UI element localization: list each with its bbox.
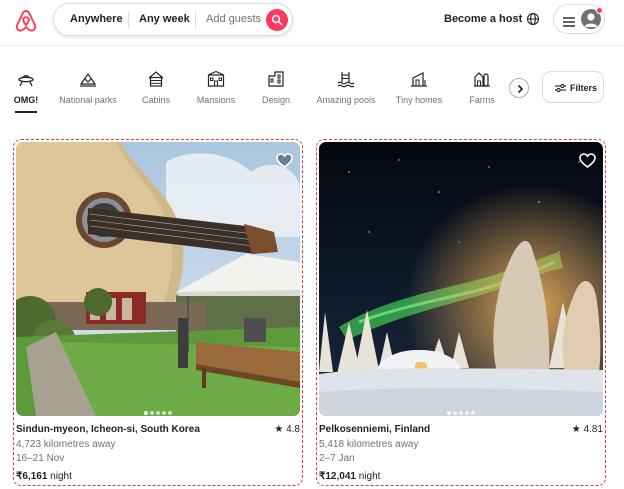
search-icon bbox=[271, 14, 283, 26]
category-mansions[interactable]: Mansions bbox=[194, 70, 238, 112]
listing-price: ₹12,041 night bbox=[319, 471, 380, 482]
listing-dates: 16–21 Nov bbox=[16, 453, 65, 464]
globe-icon[interactable] bbox=[526, 12, 540, 26]
listing-rating: ★ 4.81 bbox=[572, 424, 603, 435]
listing-title: Sindun-myeon, Icheon-si, South Korea bbox=[16, 424, 200, 435]
category-cabins[interactable]: Cabins bbox=[138, 70, 174, 112]
price-unit: night bbox=[47, 471, 72, 482]
photo-carousel-dots bbox=[319, 402, 603, 416]
cabin-icon bbox=[148, 71, 164, 87]
listing-distance: 5,418 kilometres away bbox=[319, 439, 419, 450]
farm-icon bbox=[474, 72, 490, 87]
star-icon: ★ bbox=[571, 424, 581, 435]
category-label: Design bbox=[261, 95, 290, 105]
top-header: Anywhere Any week Add guests Become a ho… bbox=[0, 0, 624, 46]
listing-card[interactable]: Pelkosenniemi, Finland ★ 4.81 5,418 kilo… bbox=[316, 139, 606, 486]
category-label: Cabins bbox=[141, 95, 170, 105]
category-amazing-pools[interactable]: Amazing pools bbox=[316, 70, 376, 112]
rating-value: 4.8 bbox=[286, 424, 300, 435]
airbnb-logo-icon[interactable] bbox=[14, 8, 38, 34]
category-label: Farms bbox=[469, 95, 495, 105]
star-icon: ★ bbox=[274, 424, 284, 435]
listing-distance: 4,723 kilometres away bbox=[16, 439, 116, 450]
price-unit: night bbox=[355, 471, 381, 482]
tiny-home-icon bbox=[411, 72, 427, 87]
sliders-icon bbox=[555, 83, 566, 93]
category-label: National parks bbox=[59, 95, 117, 105]
category-national-parks[interactable]: National parks bbox=[58, 70, 118, 112]
national-park-icon bbox=[79, 72, 97, 87]
listing-photo[interactable] bbox=[319, 142, 603, 416]
become-a-host-link[interactable]: Become a host bbox=[444, 13, 522, 25]
price-amount: ₹12,041 bbox=[319, 471, 356, 482]
listing-title: Pelkosenniemi, Finland bbox=[319, 424, 431, 435]
listing-dates: 2–7 Jan bbox=[319, 453, 355, 464]
pool-icon bbox=[337, 72, 355, 88]
search-button[interactable] bbox=[266, 9, 288, 31]
chevron-right-icon bbox=[517, 84, 524, 94]
category-label: Tiny homes bbox=[395, 95, 443, 105]
ufo-icon bbox=[18, 75, 34, 87]
active-category-indicator bbox=[15, 111, 37, 113]
favourite-heart-icon[interactable] bbox=[579, 153, 596, 169]
design-icon bbox=[268, 71, 284, 87]
rating-value: 4.81 bbox=[583, 424, 603, 435]
listing-photo[interactable] bbox=[16, 142, 300, 416]
filters-button[interactable]: Filters bbox=[542, 71, 604, 103]
category-scroll-next-button[interactable] bbox=[509, 78, 529, 98]
igloo-aurora-photo bbox=[319, 142, 603, 416]
guitar-house-photo bbox=[16, 142, 300, 416]
category-design[interactable]: Design bbox=[258, 70, 294, 112]
search-divider bbox=[128, 12, 129, 28]
notification-dot bbox=[596, 7, 603, 14]
search-add-guests[interactable]: Add guests bbox=[206, 13, 261, 25]
hamburger-icon bbox=[563, 14, 575, 27]
favourite-heart-icon[interactable] bbox=[276, 153, 293, 169]
category-label: Amazing pools bbox=[316, 95, 376, 105]
category-farms[interactable]: Farms bbox=[466, 70, 498, 112]
filters-label: Filters bbox=[570, 83, 598, 93]
listing-card[interactable]: Sindun-myeon, Icheon-si, South Korea ★ 4… bbox=[13, 139, 303, 486]
mansion-icon bbox=[207, 70, 225, 87]
price-amount: ₹6,161 bbox=[16, 471, 48, 482]
category-tiny-homes[interactable]: Tiny homes bbox=[394, 70, 444, 112]
category-label: OMG! bbox=[13, 95, 39, 105]
search-divider bbox=[195, 12, 196, 28]
search-any-week[interactable]: Any week bbox=[139, 13, 190, 25]
listing-rating: ★ 4.8 bbox=[274, 424, 300, 435]
photo-carousel-dots bbox=[16, 402, 300, 416]
search-anywhere[interactable]: Anywhere bbox=[70, 13, 123, 25]
category-omg[interactable]: OMG! bbox=[8, 70, 44, 112]
category-label: Mansions bbox=[196, 95, 236, 105]
search-bar[interactable]: Anywhere Any week Add guests bbox=[53, 3, 293, 36]
listing-price: ₹6,161 night bbox=[16, 471, 72, 482]
